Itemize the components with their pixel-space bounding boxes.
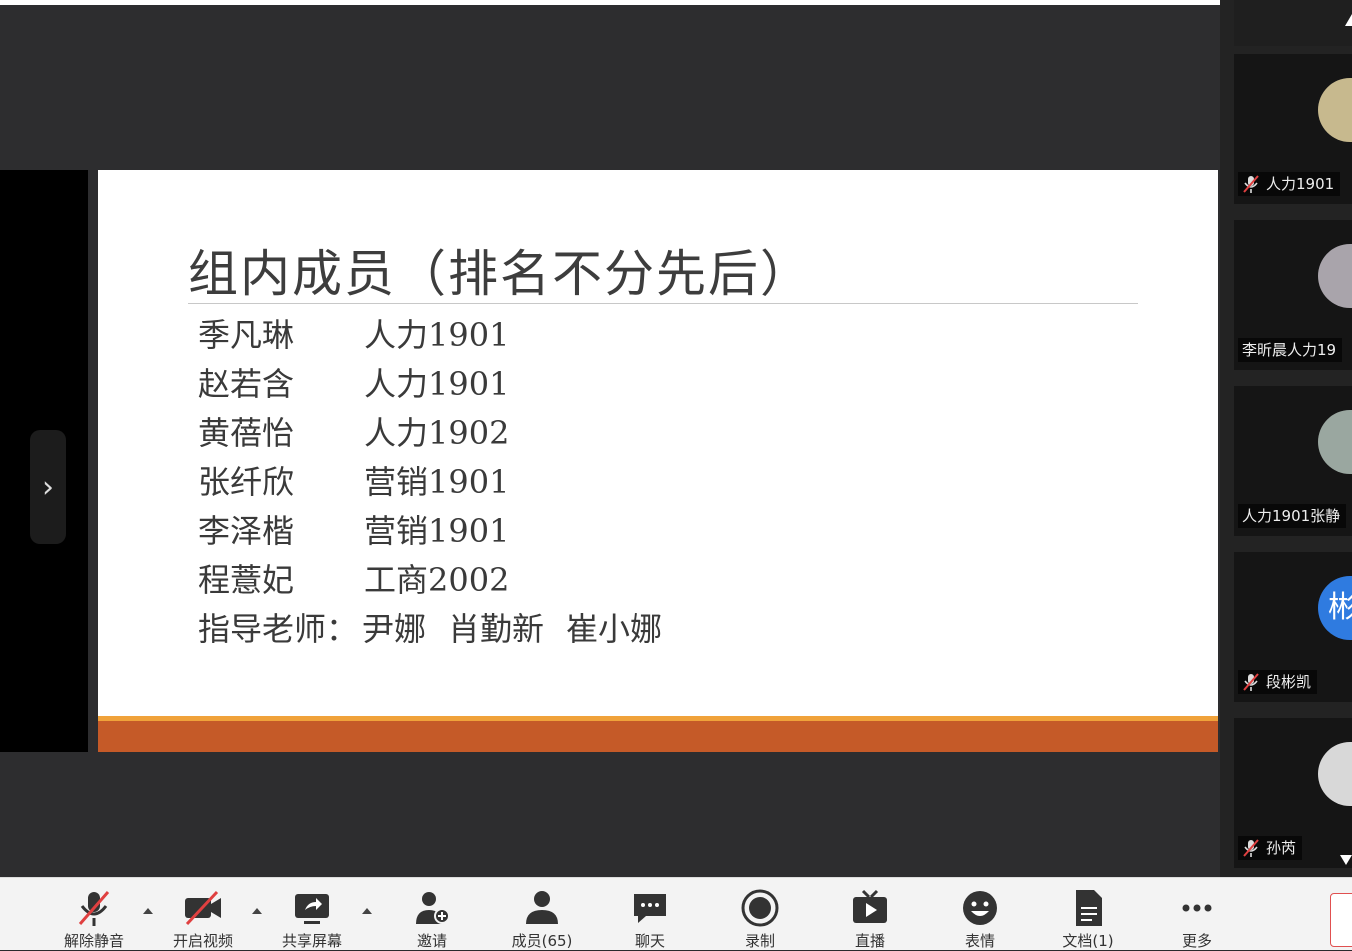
member-row: 张纤欣 营销1901: [198, 455, 684, 504]
share-screen-button[interactable]: 共享屏幕: [272, 878, 352, 950]
avatar: [1318, 244, 1352, 308]
member-row: 赵若含 人力1901: [198, 357, 684, 406]
video-off-icon: [185, 890, 221, 926]
unmute-button[interactable]: 解除静音: [54, 878, 134, 950]
emoji-icon: [963, 891, 997, 925]
video-options-caret-icon[interactable]: [252, 908, 262, 914]
member-name: 黄蓓怡: [198, 413, 295, 452]
toolbar-label: 邀请: [416, 932, 447, 950]
invite-user-icon: [416, 892, 450, 924]
meeting-toolbar: 解除静音 开启视频 共享屏幕 邀请 成员(65) 聊天 录制 直播 表情 文档(…: [0, 877, 1352, 950]
slide-footer-band: [98, 721, 1218, 752]
toolbar-label: 解除静音: [63, 932, 124, 950]
member-class: 人力1901: [364, 364, 510, 403]
document-icon: [1076, 890, 1102, 926]
reactions-button[interactable]: 表情: [940, 878, 1020, 950]
member-name: 程薏妃: [198, 560, 295, 599]
toolbar-label: 更多: [1181, 932, 1212, 950]
participant-name-tag: 人力1901张静: [1238, 504, 1347, 528]
member-row: 黄蓓怡 人力1902: [198, 406, 684, 455]
participant-name-tag: 人力1901: [1238, 172, 1341, 196]
participant-name-tag: 李昕晨人力19: [1238, 338, 1343, 362]
member-name: 张纤欣: [198, 462, 295, 501]
expand-panel-button[interactable]: ›: [30, 430, 66, 544]
member-class: 人力1902: [364, 413, 510, 452]
member-row: 李泽楷 营销1901: [198, 504, 684, 553]
title-divider: [188, 303, 1138, 304]
share-options-caret-icon[interactable]: [362, 908, 372, 914]
mic-off-icon: [1243, 839, 1259, 857]
mic-off-icon: [1243, 673, 1259, 691]
toolbar-label: 共享屏幕: [281, 932, 342, 950]
more-icon: [1182, 904, 1212, 912]
chat-button[interactable]: 聊天: [610, 878, 690, 950]
toolbar-label: 成员(65): [511, 932, 573, 950]
avatar: [1318, 410, 1352, 474]
chat-icon: [634, 894, 666, 923]
members-icon: [526, 891, 558, 924]
participant-name-tag: 段彬凯: [1238, 670, 1318, 694]
toolbar-label: 开启视频: [172, 932, 233, 950]
mic-off-icon: [1243, 175, 1259, 193]
toolbar-label: 聊天: [634, 932, 665, 950]
more-button[interactable]: 更多: [1157, 878, 1237, 950]
member-class: 人力1901: [364, 315, 510, 354]
share-screen-icon: [295, 894, 329, 924]
scroll-down-icon[interactable]: [1340, 855, 1352, 865]
participant-tile[interactable]: 人力1901: [1234, 54, 1352, 204]
participant-sidebar: 人力1901 李昕晨人力19 人力1901张静 彬 段彬凯 孙芮: [1220, 0, 1352, 877]
members-button[interactable]: 成员(65): [500, 878, 584, 950]
mic-off-icon: [78, 891, 110, 926]
member-row: 程薏妃 工商2002: [198, 553, 684, 602]
sidebar-header: [1234, 0, 1352, 46]
invite-button[interactable]: 邀请: [392, 878, 472, 950]
advisors-row: 指导老师： 尹娜 肖勤新 崔小娜: [198, 602, 684, 651]
record-button[interactable]: 录制: [720, 878, 800, 950]
member-name: 季凡琳: [198, 315, 295, 354]
docs-button[interactable]: 文档(1): [1046, 878, 1130, 950]
toolbar-label: 文档(1): [1062, 932, 1114, 950]
advisors-label: 指导老师：: [198, 609, 359, 648]
member-class: 营销1901: [364, 462, 510, 501]
participant-tile[interactable]: 人力1901张静: [1234, 386, 1352, 536]
scroll-up-icon[interactable]: [1345, 14, 1352, 26]
member-class: 营销1901: [364, 511, 510, 550]
avatar: 彬: [1318, 576, 1352, 640]
toolbar-label: 直播: [854, 932, 885, 950]
member-row: 季凡琳 人力1901: [198, 308, 684, 357]
member-name: 赵若含: [198, 364, 295, 403]
avatar: [1318, 78, 1352, 142]
toolbar-label: 表情: [964, 932, 995, 950]
record-icon: [741, 889, 779, 927]
member-list: 季凡琳 人力1901 赵若含 人力1901 黄蓓怡 人力1902 张纤欣 营销1…: [198, 308, 684, 651]
member-class: 工商2002: [364, 560, 510, 599]
toolbar-label: 录制: [744, 932, 775, 950]
shared-slide: 组内成员（排名不分先后） 季凡琳 人力1901 赵若含 人力1901 黄蓓怡 人…: [98, 170, 1218, 752]
avatar: [1318, 742, 1352, 806]
advisor-name: 肖勤新: [448, 609, 545, 648]
live-icon: [853, 889, 887, 923]
chevron-right-icon: ›: [42, 469, 54, 505]
advisor-name: 崔小娜: [566, 609, 663, 648]
participant-name-tag: 孙芮: [1238, 836, 1303, 860]
start-video-button[interactable]: 开启视频: [163, 878, 243, 950]
participant-tile[interactable]: 李昕晨人力19: [1234, 220, 1352, 370]
end-meeting-button[interactable]: [1330, 893, 1352, 947]
participant-tile[interactable]: 彬 段彬凯: [1234, 552, 1352, 702]
participant-tile[interactable]: 孙芮: [1234, 718, 1352, 868]
advisor-name: 尹娜: [362, 609, 427, 648]
audio-options-caret-icon[interactable]: [143, 908, 153, 914]
left-panel: ›: [0, 170, 88, 920]
live-button[interactable]: 直播: [830, 878, 910, 950]
member-name: 李泽楷: [198, 511, 295, 550]
slide-title: 组内成员（排名不分先后）: [188, 245, 812, 303]
